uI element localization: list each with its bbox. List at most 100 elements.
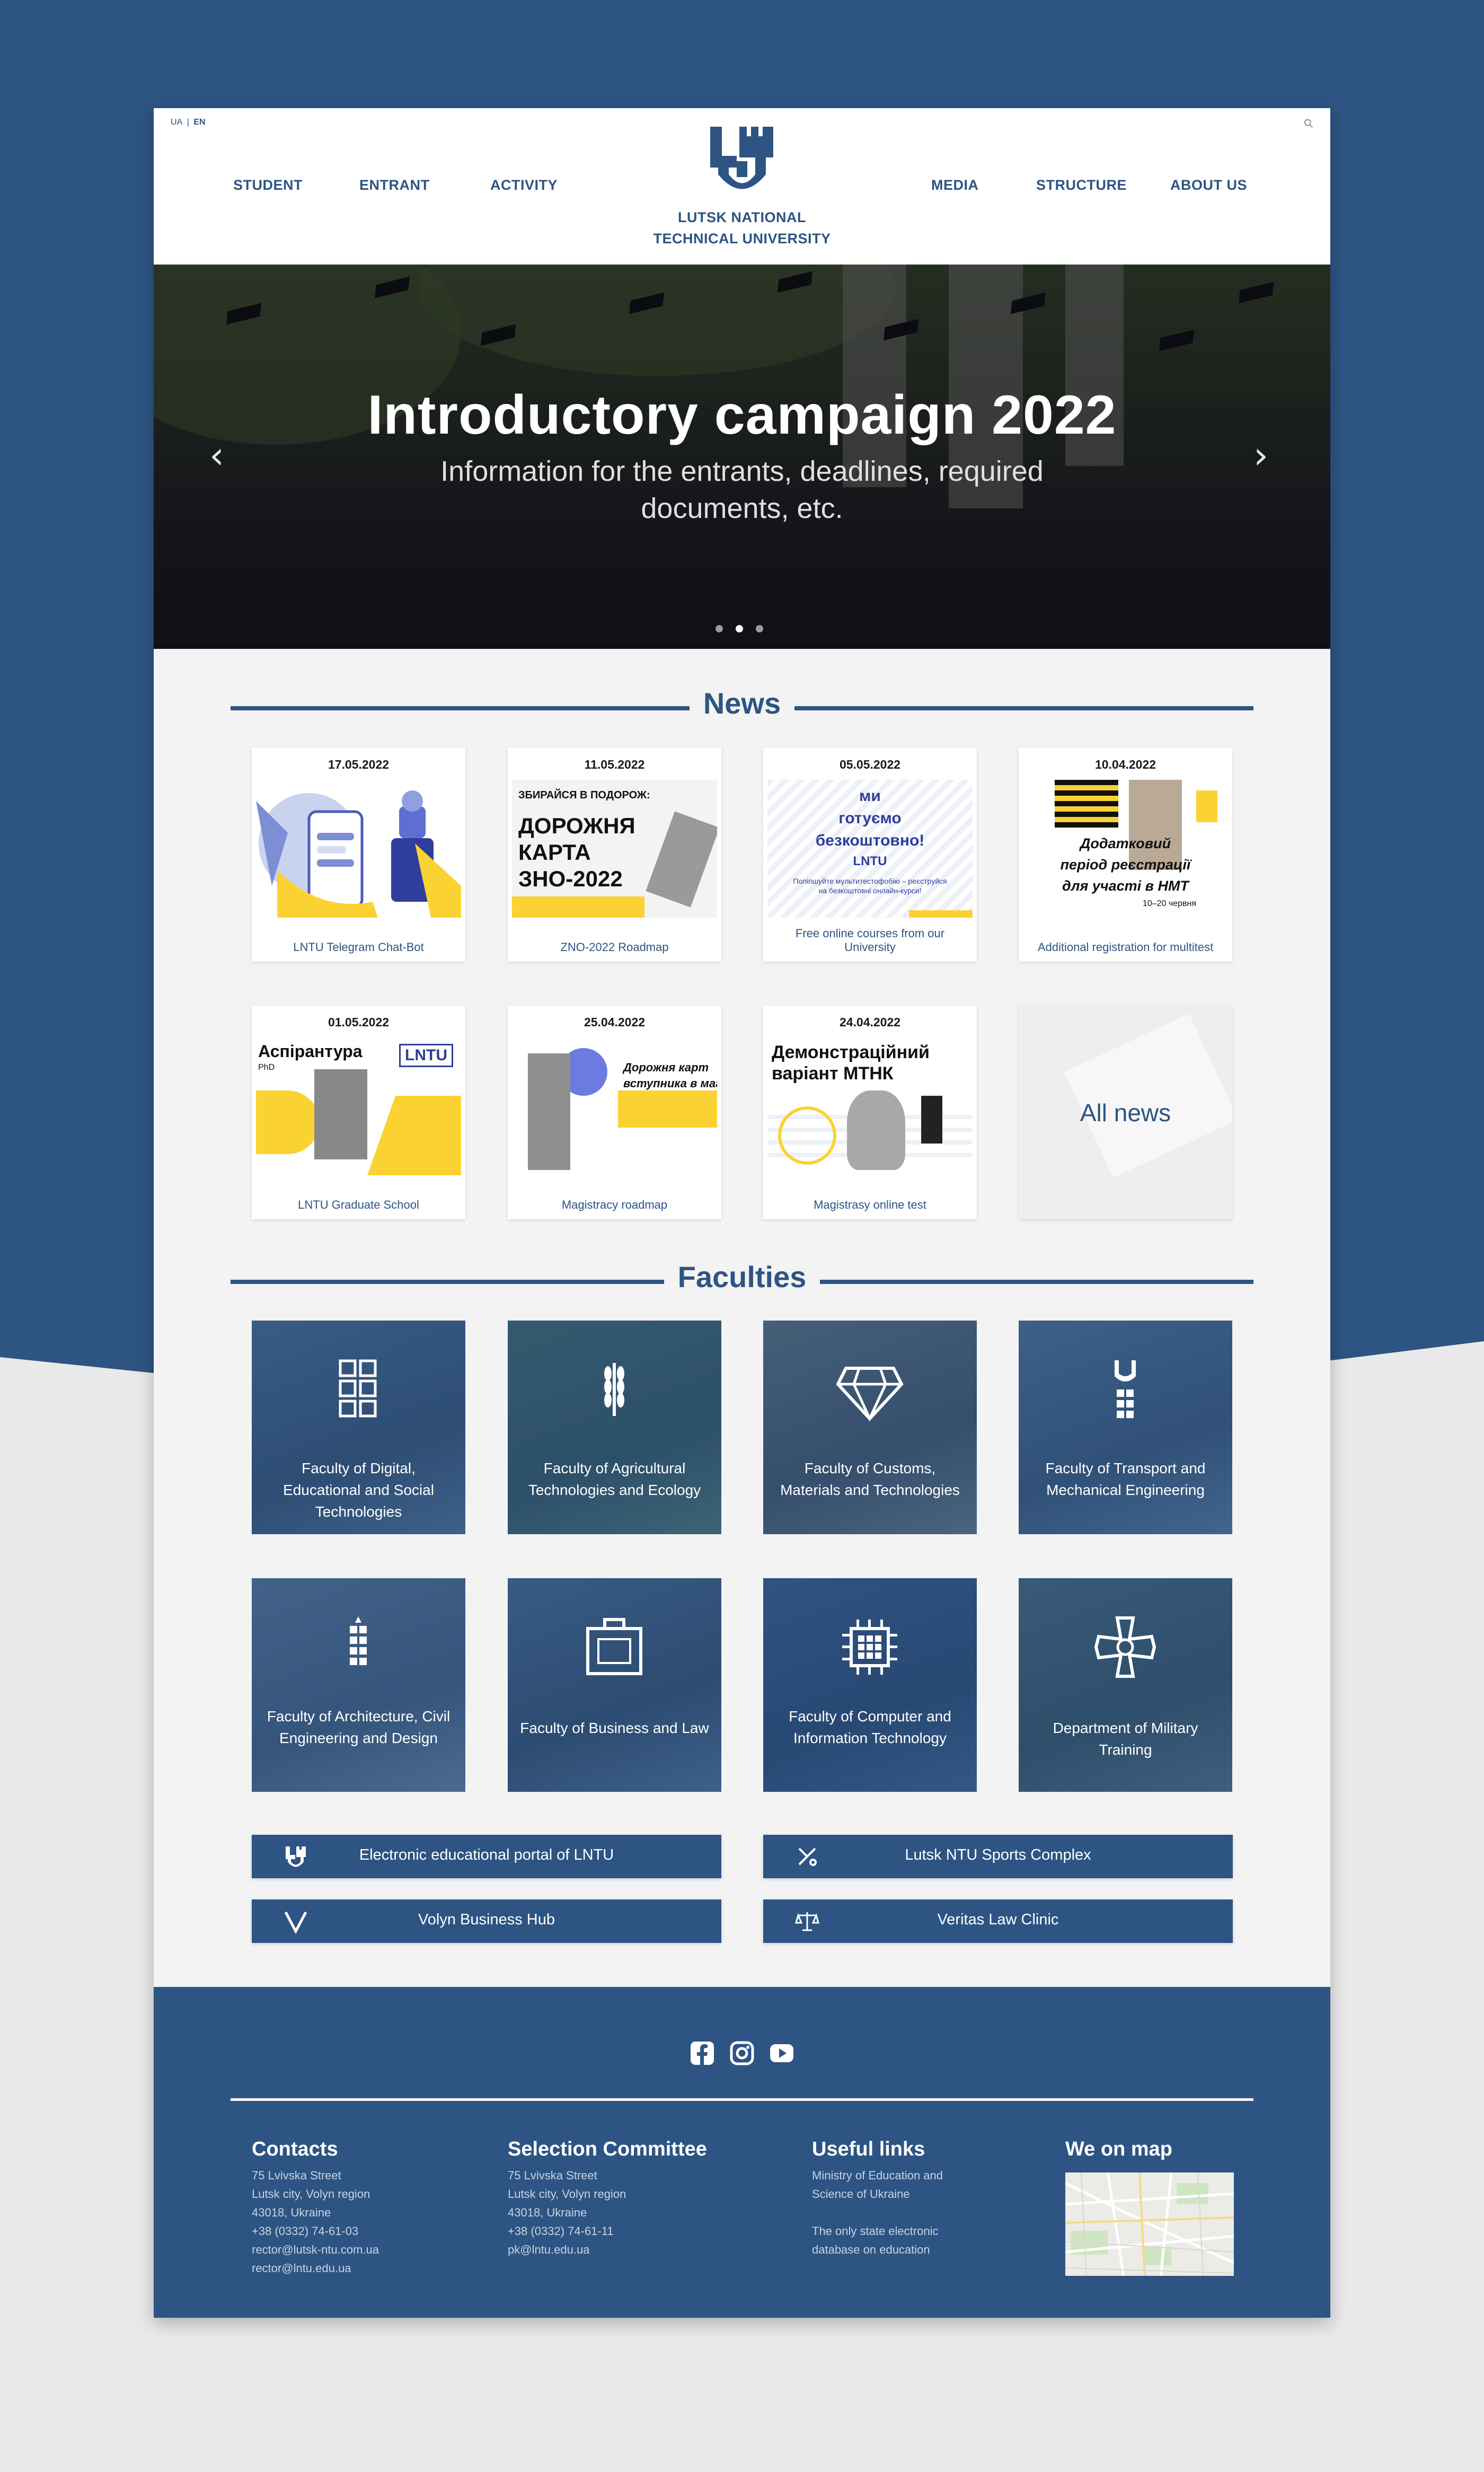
faculty-name: Faculty of Architecture, Civil Engineeri…	[267, 1708, 450, 1746]
nav-entrant[interactable]: ENTRANT	[359, 177, 430, 193]
lang-ua[interactable]: UA	[171, 118, 182, 127]
search-icon[interactable]	[1303, 118, 1314, 129]
news-card[interactable]: 05.05.2022 ми готуємо безкоштовно! LNTU …	[763, 748, 977, 962]
news-caption: Additional registration for multitest	[1037, 940, 1214, 954]
link-sports-complex[interactable]: Lutsk NTU Sports Complex	[763, 1835, 1233, 1878]
news-card[interactable]: 11.05.2022 ЗБИРАЙСЯ В ПОДОРОЖ: ДОРОЖНЯ К…	[508, 748, 721, 962]
nav-student[interactable]: STUDENT	[233, 177, 303, 193]
news-image: Дорожня карт вступника в магіст	[512, 1037, 717, 1175]
news-art-shape	[778, 1106, 836, 1165]
faculty-card[interactable]: Faculty of Agricultural Technologies and…	[508, 1321, 721, 1534]
footer-committee-line: 43018, Ukraine	[508, 2206, 587, 2219]
news-card[interactable]: 17.05.2022 LNTU Telegram Chat-Bot	[252, 748, 465, 962]
news-card[interactable]: 01.05.2022 Аспірантура PhD LNTU LNTU Gra…	[252, 1006, 465, 1219]
footer-committee-phone[interactable]: +38 (0332) 74-61-11	[508, 2222, 707, 2240]
news-art-text: ЗБИРАЙСЯ В ПОДОРОЖ:	[518, 789, 650, 801]
footer-contact-email[interactable]: rector@lntu.edu.ua	[252, 2259, 379, 2277]
faculty-card[interactable]: Faculty of Customs, Materials and Techno…	[763, 1321, 977, 1534]
faculty-card[interactable]: Faculty of Computer and Information Tech…	[763, 1578, 977, 1792]
footer-committee-email[interactable]: pk@lntu.edu.ua	[508, 2240, 707, 2259]
faculty-name: Faculty of Computer and Information Tech…	[789, 1708, 951, 1746]
instagram-icon[interactable]	[729, 2040, 755, 2066]
footer-useful-link[interactable]: database on education	[812, 2240, 943, 2259]
footer-committee: Selection Committee 75 Lvivska Street Lu…	[508, 2138, 707, 2259]
link-educational-portal[interactable]: Electronic educational portal of LNTU	[252, 1835, 721, 1878]
link-label: Electronic educational portal of LNTU	[359, 1846, 614, 1863]
news-card[interactable]: 10.04.2022 Додатковий період реєстрації …	[1019, 748, 1232, 962]
lntu-logo-icon[interactable]	[708, 124, 776, 193]
faculties-heading: Faculties	[231, 1260, 1253, 1302]
news-caption: Magistrasy online test	[814, 1198, 926, 1211]
map-thumbnail[interactable]	[1065, 2172, 1234, 2276]
faculty-name: Faculty of Transport and Mechanical Engi…	[1045, 1460, 1206, 1498]
news-caption: ZNO-2022 Roadmap	[560, 940, 669, 954]
footer-committee-line: 75 Lvivska Street	[508, 2169, 597, 2182]
footer-useful-link[interactable]: Science of Ukraine	[812, 2185, 943, 2203]
faculty-card[interactable]: Faculty of Transport and Mechanical Engi…	[1019, 1321, 1232, 1534]
news-art-text: ми готуємо безкоштовно!	[815, 787, 925, 849]
news-art-shape	[512, 896, 644, 918]
link-label: Veritas Law Clinic	[937, 1911, 1059, 1928]
footer-useful-link[interactable]: The only state electronic	[812, 2222, 943, 2240]
page-container: UA | EN STUDENT ENTRANT ACTIVITY LUTSK N…	[154, 108, 1330, 2318]
news-art-shape	[618, 1090, 717, 1128]
news-art-shape	[256, 1090, 320, 1154]
diamond-icon	[836, 1367, 904, 1421]
news-art-pattern	[1055, 780, 1118, 828]
nav-media[interactable]: MEDIA	[931, 177, 979, 193]
news-caption: LNTU Telegram Chat-Bot	[293, 940, 424, 954]
nav-about-us[interactable]: ABOUT US	[1170, 177, 1247, 193]
faculty-card[interactable]: Faculty of Digital, Educational and Soci…	[252, 1321, 465, 1534]
news-art-shape	[909, 910, 973, 918]
news-image: ми готуємо безкоштовно! LNTU Поліпшуйте …	[767, 780, 973, 918]
faculty-card[interactable]: Faculty of Business and Law	[508, 1578, 721, 1792]
news-card[interactable]: 25.04.2022 Дорожня карт вступника в магі…	[508, 1006, 721, 1219]
all-news-button[interactable]: All news	[1019, 1006, 1232, 1219]
hero-slider: ‹ › Introductory campaign 2022 Informati…	[154, 265, 1330, 649]
link-label: Volyn Business Hub	[418, 1911, 555, 1928]
news-art-text: Демонстраційний варіант МТНК	[772, 1042, 930, 1084]
news-date: 05.05.2022	[839, 758, 901, 771]
faculties-heading-text: Faculties	[664, 1260, 820, 1294]
faculty-card[interactable]: Department of Military Training	[1019, 1578, 1232, 1792]
nav-activity[interactable]: ACTIVITY	[490, 177, 558, 193]
faculty-overlay	[508, 1321, 721, 1534]
hero-subtitle: Information for the entrants, deadlines,…	[440, 455, 1044, 524]
faculty-card[interactable]: Faculty of Architecture, Civil Engineeri…	[252, 1578, 465, 1792]
grid-icon	[339, 1359, 377, 1418]
link-law-clinic[interactable]: Veritas Law Clinic	[763, 1899, 1233, 1943]
link-label: Lutsk NTU Sports Complex	[905, 1846, 1091, 1863]
faculty-overlay	[1019, 1321, 1232, 1534]
news-date: 17.05.2022	[328, 758, 390, 771]
lang-en[interactable]: EN	[193, 118, 205, 127]
university-name[interactable]: LUTSK NATIONAL TECHNICAL UNIVERSITY	[631, 207, 853, 249]
site-footer: Contacts 75 Lvivska Street Lutsk city, V…	[154, 1987, 1330, 2318]
news-art-text: PhD	[258, 1063, 275, 1072]
facebook-icon[interactable]	[689, 2040, 716, 2066]
site-header: UA | EN STUDENT ENTRANT ACTIVITY LUTSK N…	[154, 108, 1330, 265]
nav-structure[interactable]: STRUCTURE	[1036, 177, 1127, 193]
news-art-figure	[314, 1069, 367, 1159]
gear-tower-icon	[1115, 1360, 1136, 1418]
slider-dot-active[interactable]	[736, 625, 743, 632]
slider-dot[interactable]	[756, 625, 763, 632]
footer-useful-title: Useful links	[812, 2138, 925, 2160]
language-switcher: UA | EN	[171, 118, 208, 127]
slider-dot[interactable]	[716, 625, 723, 632]
faculty-overlay	[763, 1321, 977, 1534]
briefcase-icon	[586, 1618, 642, 1675]
all-news-decor	[1064, 1014, 1232, 1178]
youtube-icon[interactable]	[768, 2040, 795, 2066]
news-caption: Magistracy roadmap	[561, 1198, 668, 1211]
news-card[interactable]: 24.04.2022 Демонстраційний варіант МТНК …	[763, 1006, 977, 1219]
footer-contact-email[interactable]: rector@lutsk-ntu.com.ua	[252, 2240, 379, 2259]
news-heading: News	[231, 686, 1253, 728]
news-art-shape	[367, 1096, 461, 1175]
footer-useful-link[interactable]: Ministry of Education and	[812, 2166, 943, 2185]
footer-map-title: We on map	[1065, 2138, 1172, 2160]
link-business-hub[interactable]: Volyn Business Hub	[252, 1899, 721, 1943]
footer-contact-phone[interactable]: +38 (0332) 74-61-03	[252, 2222, 379, 2240]
faculty-overlay	[763, 1578, 977, 1792]
wheat-icon	[604, 1363, 624, 1416]
footer-contact-line: Lutsk city, Volyn region	[252, 2187, 370, 2201]
